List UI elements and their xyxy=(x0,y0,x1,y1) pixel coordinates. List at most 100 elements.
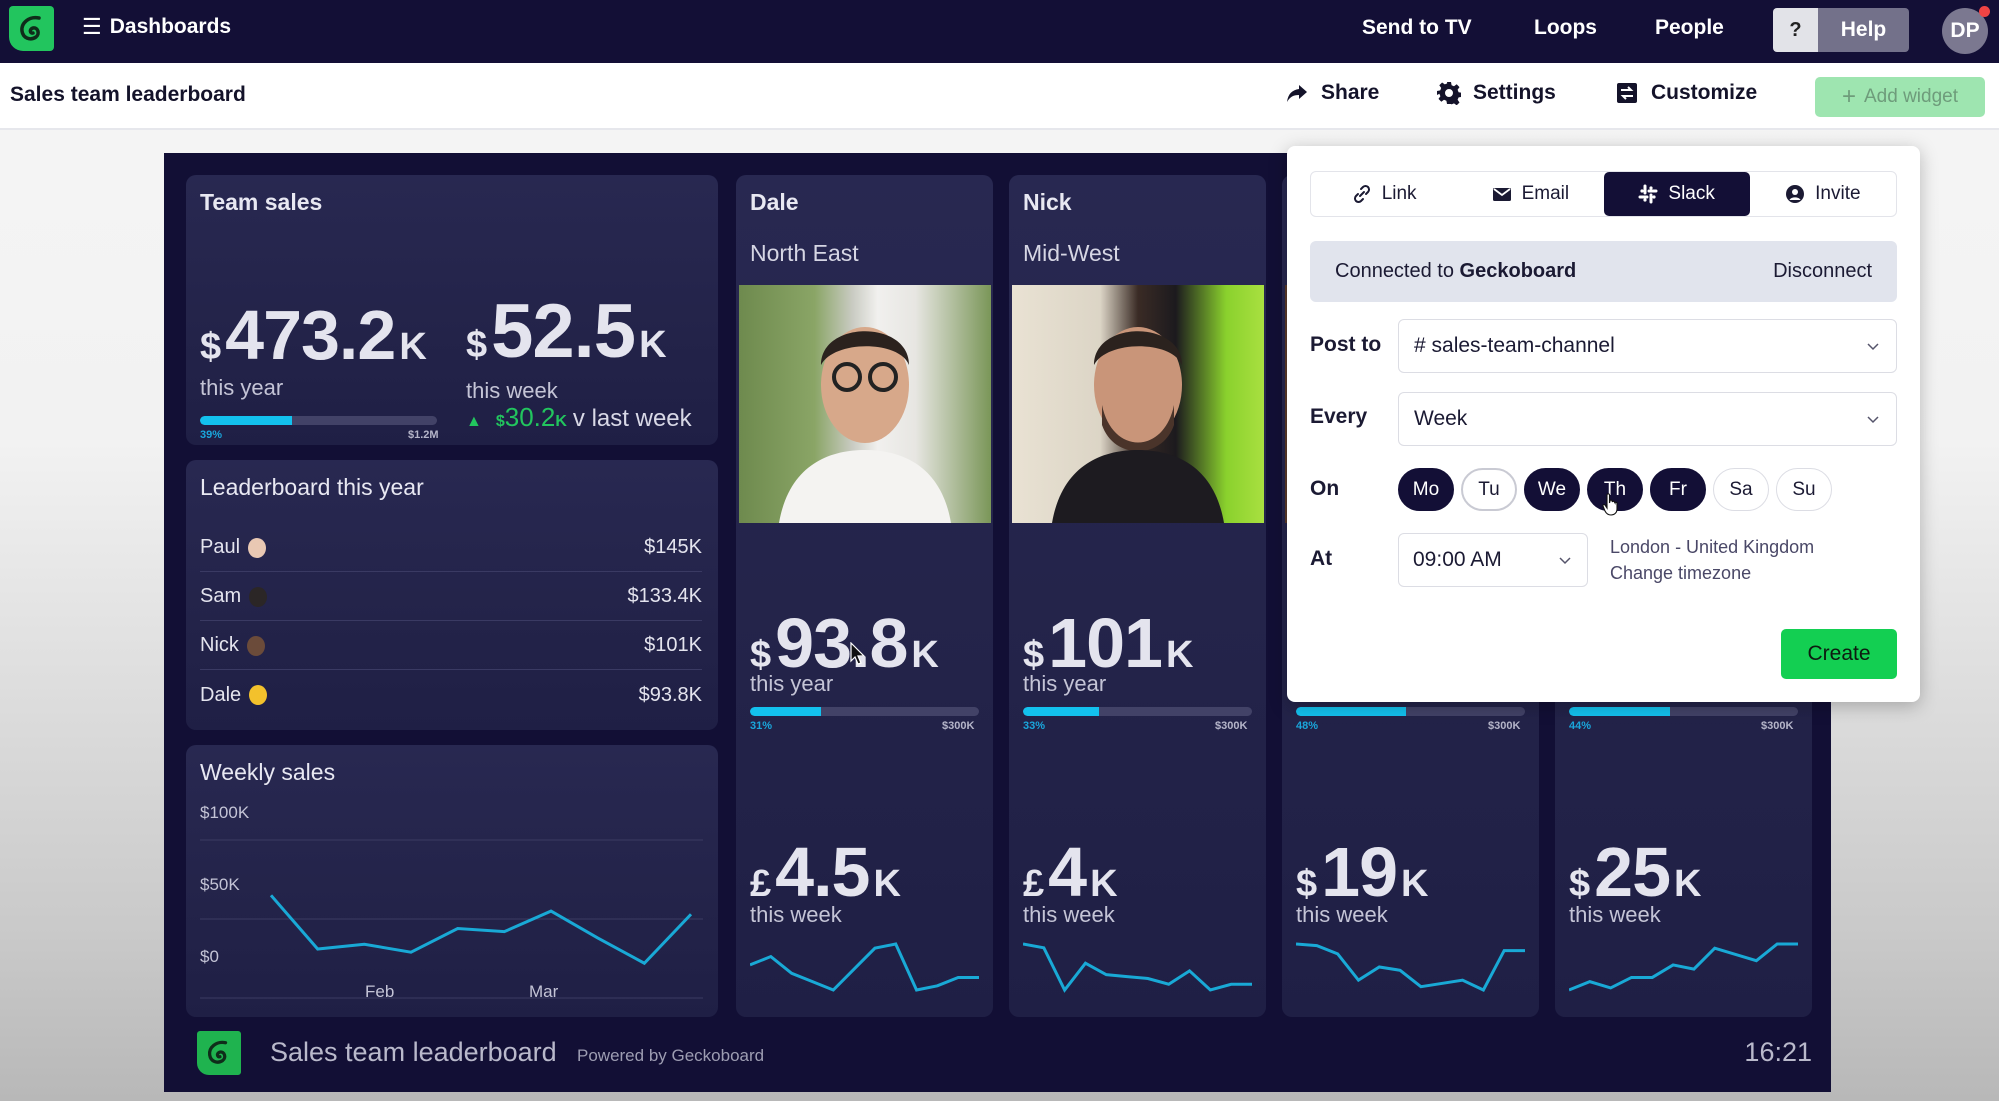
leaderboard-name: Paul xyxy=(200,536,267,559)
create-button[interactable]: Create xyxy=(1781,629,1897,679)
day-toggle-su[interactable]: Su xyxy=(1776,468,1832,511)
year-progress-bar xyxy=(200,416,437,425)
customize-button[interactable]: Customize xyxy=(1615,81,1757,105)
every-label: Every xyxy=(1310,405,1368,428)
geckoboard-logo[interactable] xyxy=(9,6,54,51)
weekly-sparkline xyxy=(750,942,979,992)
day-toggle-we[interactable]: We xyxy=(1524,468,1580,511)
settings-label: Settings xyxy=(1473,81,1556,104)
year-progress-bar xyxy=(1023,707,1252,716)
time-select[interactable]: 09:00 AM xyxy=(1398,533,1588,587)
dashboards-menu[interactable]: ☰ Dashboards xyxy=(82,14,231,40)
help-question-button[interactable]: ? xyxy=(1773,8,1818,52)
user-avatar[interactable]: DP xyxy=(1942,6,1990,54)
year-progress-bar xyxy=(750,707,979,716)
leaderboard-name: Dale xyxy=(200,684,268,707)
unit: K xyxy=(1401,863,1429,905)
share-label: Share xyxy=(1321,81,1380,104)
tab-email[interactable]: Email xyxy=(1457,172,1603,216)
weekly-sales-line xyxy=(269,894,693,966)
share-button[interactable]: Share xyxy=(1285,81,1379,105)
person-widget[interactable]: Dale North East $ 93.8 K this year 31% $… xyxy=(736,175,993,1017)
up-triangle-icon: ▲ xyxy=(466,413,482,430)
leaderboard-widget[interactable]: Leaderboard this year Paul $145K Sam $13… xyxy=(186,460,718,730)
day-toggle-tu[interactable]: Tu xyxy=(1461,468,1517,511)
progress-percent: 31% xyxy=(750,720,773,732)
on-label: On xyxy=(1310,477,1340,500)
year-progress-bar xyxy=(1296,707,1525,716)
unit: K xyxy=(1674,863,1702,905)
value: 473.2 xyxy=(225,296,396,374)
plus-icon: + xyxy=(1841,83,1856,110)
day-toggle-mo[interactable]: Mo xyxy=(1398,468,1454,511)
nav-loops[interactable]: Loops xyxy=(1534,16,1597,40)
delta-suffix: v last week xyxy=(572,405,692,432)
chevron-down-icon xyxy=(1867,343,1879,351)
tab-slack[interactable]: Slack xyxy=(1603,172,1750,216)
week-total: £ 4 K xyxy=(1023,832,1118,912)
sparkline-series xyxy=(1296,942,1525,992)
link-icon xyxy=(1352,184,1372,204)
progress-percent: 33% xyxy=(1023,720,1046,732)
help-button[interactable]: Help xyxy=(1818,8,1909,52)
week-delta: ▲ $30.2K v last week xyxy=(466,402,692,433)
currency: $ xyxy=(466,324,488,366)
leaderboard-value: $93.8K xyxy=(638,683,702,706)
customize-icon xyxy=(1617,83,1637,103)
unit: K xyxy=(399,326,427,368)
tab-link[interactable]: Link xyxy=(1311,172,1457,216)
week-label: this week xyxy=(1023,902,1115,927)
person-widget[interactable]: Nick Mid-West $ 101 K this year 33% $300… xyxy=(1009,175,1266,1017)
value: 4.5 xyxy=(775,833,870,911)
channel-value: # sales-team-channel xyxy=(1414,334,1615,357)
add-widget-button[interactable]: + Add widget xyxy=(1815,77,1985,117)
tab-label: Invite xyxy=(1815,183,1861,204)
week-total: $ 25 K xyxy=(1569,832,1701,912)
notification-dot xyxy=(1979,6,1990,17)
settings-button[interactable]: Settings xyxy=(1437,81,1556,105)
customize-label: Customize xyxy=(1651,81,1758,104)
day-toggle-fr[interactable]: Fr xyxy=(1650,468,1706,511)
currency: $ xyxy=(1296,863,1318,905)
change-timezone-link[interactable]: Change timezone xyxy=(1610,560,1814,586)
progress-target: $300K xyxy=(1761,720,1794,732)
person-photo xyxy=(1012,285,1264,523)
week-label: this week xyxy=(466,378,558,403)
week-label: this week xyxy=(1569,902,1661,927)
channel-select[interactable]: # sales-team-channel xyxy=(1398,319,1897,373)
year-progress-bar xyxy=(1569,707,1798,716)
weekly-sales-widget[interactable]: Weekly sales $100K $50K $0 Feb Mar xyxy=(186,745,718,1017)
slack-icon xyxy=(1638,184,1658,204)
nav-people[interactable]: People xyxy=(1655,16,1724,40)
day-toggle-th[interactable]: Th xyxy=(1587,468,1643,511)
leaderboard-row: Sam $133.4K xyxy=(200,573,702,621)
dashboard-header: Sales team leaderboard Share Settings Cu… xyxy=(0,63,1999,130)
leaderboard-name: Nick xyxy=(200,634,265,657)
progress-target: $1.2M xyxy=(408,429,439,441)
progress-target: $300K xyxy=(942,720,975,732)
unit: K xyxy=(1165,634,1194,676)
team-sales-widget[interactable]: Team sales $ 473.2 K this year 39% $1.2M… xyxy=(186,175,718,445)
tab-invite[interactable]: Invite xyxy=(1750,172,1896,216)
day-toggle-sa[interactable]: Sa xyxy=(1713,468,1769,511)
add-widget-label: Add widget xyxy=(1864,86,1959,107)
person-portrait xyxy=(779,327,951,523)
share-method-tabs: Link Email Slack Invite xyxy=(1310,171,1897,217)
footer-logo xyxy=(197,1031,241,1075)
value: 19 xyxy=(1321,833,1398,911)
tab-label: Email xyxy=(1521,183,1570,204)
gecko-swirl-icon xyxy=(208,1040,228,1064)
share-popover: Link Email Slack Invite Connected to Gec… xyxy=(1287,146,1920,702)
delta-value: 30.2 xyxy=(504,402,556,432)
unit: K xyxy=(911,634,939,676)
value: 52.5 xyxy=(491,289,636,374)
sparkline-series xyxy=(1569,942,1798,992)
gecko-swirl-icon xyxy=(19,15,41,40)
disconnect-link[interactable]: Disconnect xyxy=(1773,260,1872,283)
progress-target: $300K xyxy=(1215,720,1248,732)
nav-send-to-tv[interactable]: Send to TV xyxy=(1362,16,1472,40)
progress-fill xyxy=(750,707,821,716)
frequency-select[interactable]: Week xyxy=(1398,392,1897,446)
person-portrait xyxy=(1052,327,1224,523)
slack-connection-banner: Connected to Geckoboard Disconnect xyxy=(1310,241,1897,302)
